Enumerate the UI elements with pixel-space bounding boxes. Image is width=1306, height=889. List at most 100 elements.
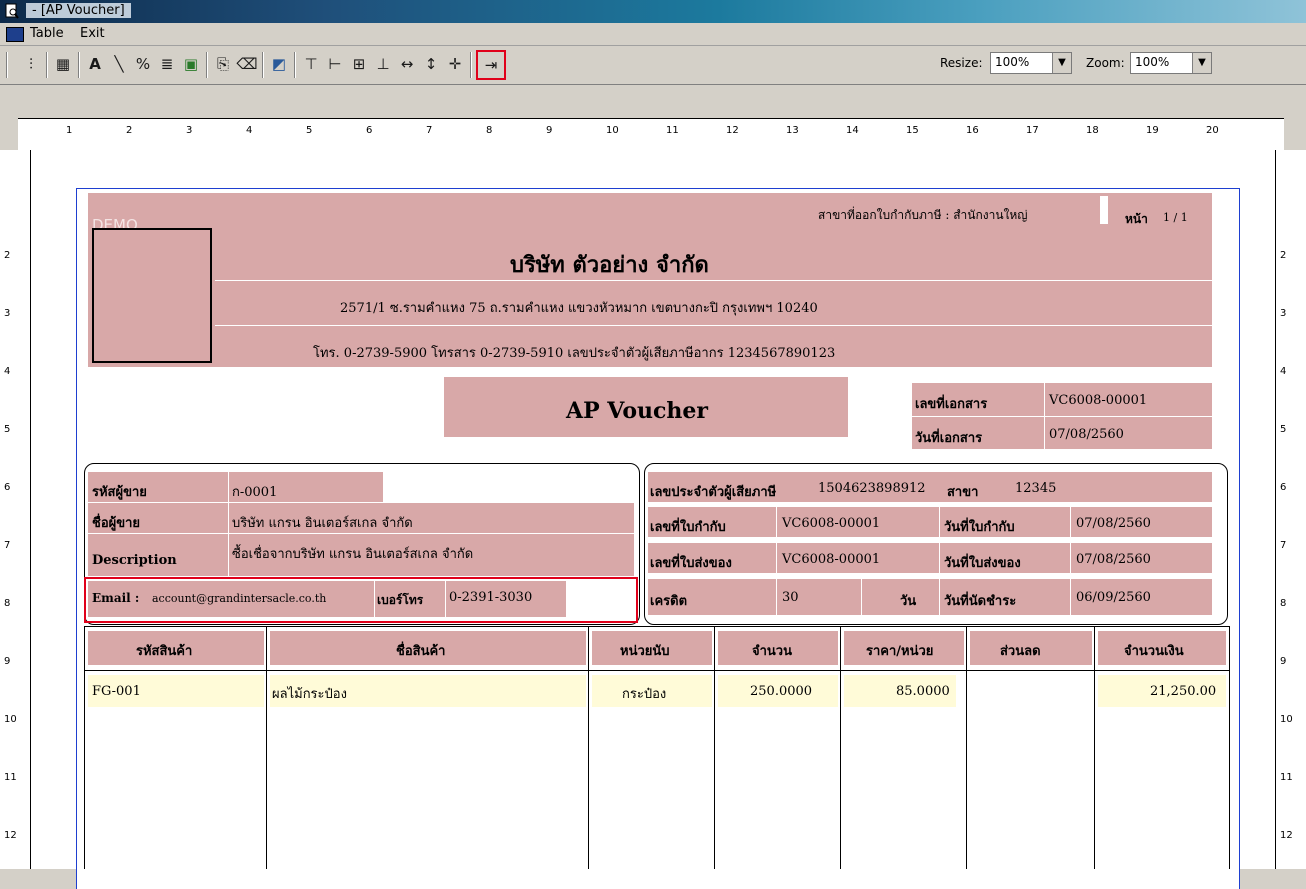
item-qty[interactable]: 250.0000 (750, 684, 812, 699)
ruler-mark: 6 (4, 482, 11, 493)
vendor-code[interactable]: ก-0001 (232, 481, 277, 502)
col-discount[interactable]: ส่วนลด (1000, 640, 1041, 661)
center-icon[interactable]: ✛ (444, 53, 466, 75)
eraser-icon[interactable]: ⌫ (236, 53, 258, 75)
branch-no[interactable]: 12345 (1015, 481, 1056, 496)
resize-select[interactable]: 100% ▼ (990, 52, 1072, 74)
ruler-mark: 9 (1280, 656, 1287, 667)
separator (262, 52, 264, 78)
ruler-mark: 5 (4, 424, 11, 435)
menu-exit[interactable]: Exit (80, 26, 105, 41)
delivery-date[interactable]: 07/08/2560 (1076, 552, 1151, 567)
ruler-mark: 11 (666, 125, 679, 136)
separator (46, 52, 48, 78)
color-icon[interactable]: ◩ (268, 53, 290, 75)
tax-id[interactable]: 1504623898912 (818, 481, 926, 496)
text-icon[interactable]: A (84, 53, 106, 75)
ruler-mark: 3 (1280, 308, 1287, 319)
align-bottom-icon[interactable]: ⊥ (372, 53, 394, 75)
delivery-no-label[interactable]: เลขที่ใบส่งของ (650, 552, 732, 573)
zoom-select[interactable]: 100% ▼ (1130, 52, 1212, 74)
percent-icon[interactable]: % (132, 53, 154, 75)
col-line (714, 626, 715, 869)
ruler-mark: 4 (4, 366, 11, 377)
divider (1044, 383, 1045, 449)
description[interactable]: ซื้อเชื่อจากบริษัท แกรน อินเตอร์สเกล จำก… (232, 543, 473, 564)
highlight-box (84, 577, 638, 623)
branch-label[interactable]: สาขาที่ออกใบกำกับภาษี : สำนักงานใหญ่ (818, 206, 1028, 225)
credit[interactable]: 30 (782, 590, 799, 605)
item-amount[interactable]: 21,250.00 (1150, 684, 1216, 699)
align-left-icon[interactable]: ⊢ (324, 53, 346, 75)
toolbar: ⫶ ▦ A ╲ % ≣ ▣ ⎘ ⌫ ◩ ⊤ ⊢ ⊞ ⊥ ↔ ↕ ✛ ⇥ Resi… (0, 46, 1306, 85)
same-width-icon[interactable]: ↔ (396, 53, 418, 75)
invoice-no[interactable]: VC6008-00001 (782, 516, 880, 531)
doc-title[interactable]: AP Voucher (566, 398, 708, 424)
company-name[interactable]: บริษัท ตัวอย่าง จำกัด (510, 247, 709, 282)
ruler-mark: 13 (786, 125, 799, 136)
same-height-icon[interactable]: ↕ (420, 53, 442, 75)
page-value[interactable]: 1 / 1 (1163, 211, 1188, 224)
ruler-mark: 2 (126, 125, 133, 136)
line-icon[interactable]: ╲ (108, 53, 130, 75)
due-date-label[interactable]: วันที่นัดชำระ (944, 590, 1016, 611)
ruler-mark: 2 (4, 250, 11, 261)
item-name[interactable]: ผลไม้กระป๋อง (272, 683, 347, 704)
credit-label[interactable]: เครดิต (650, 590, 687, 611)
delivery-no[interactable]: VC6008-00001 (782, 552, 880, 567)
col-unit[interactable]: หน่วยนับ (620, 640, 670, 661)
chevron-down-icon[interactable]: ▼ (1052, 53, 1071, 73)
image-icon[interactable]: ▣ (180, 53, 202, 75)
col-code[interactable]: รหัสสินค้า (136, 640, 192, 661)
page-label[interactable]: หน้า (1125, 210, 1148, 229)
col-line (1094, 626, 1095, 869)
tax-id-label[interactable]: เลขประจำตัวผู้เสียภาษี (650, 481, 776, 502)
doc-date-label[interactable]: วันที่เอกสาร (915, 427, 982, 448)
doc-no-label[interactable]: เลขที่เอกสาร (915, 393, 987, 414)
vendor-name[interactable]: บริษัท แกรน อินเตอร์สเกล จำกัด (232, 512, 413, 533)
col-amount[interactable]: จำนวนเงิน (1124, 640, 1184, 661)
field-list-icon[interactable]: ⫶ (20, 53, 42, 75)
item-price[interactable]: 85.0000 (896, 684, 950, 699)
invoice-date-label[interactable]: วันที่ใบกำกับ (944, 516, 1015, 537)
ruler-mark: 12 (1280, 830, 1293, 841)
table-icon[interactable]: ▦ (52, 53, 74, 75)
chevron-down-icon[interactable]: ▼ (1192, 53, 1211, 73)
doc-no[interactable]: VC6008-00001 (1049, 393, 1147, 408)
ruler-mark: 10 (4, 714, 17, 725)
ruler-mark: 10 (606, 125, 619, 136)
resize-value: 100% (995, 55, 1030, 69)
credit-unit[interactable]: วัน (900, 590, 916, 611)
company-address[interactable]: 2571/1 ซ.รามคำแหง 75 ถ.รามคำแหง แขวงหัวห… (340, 297, 818, 318)
page-setup-icon[interactable]: ⎘ (212, 53, 234, 75)
col-price[interactable]: ราคา/หน่วย (866, 640, 933, 661)
ruler-mark: 18 (1086, 125, 1099, 136)
menu-table[interactable]: Table (30, 26, 64, 41)
formula-icon[interactable]: ≣ (156, 53, 178, 75)
col-qty[interactable]: จำนวน (752, 640, 792, 661)
delivery-date-label[interactable]: วันที่ใบส่งของ (944, 552, 1021, 573)
align-top-icon[interactable]: ⊤ (300, 53, 322, 75)
vertical-ruler-right: 2 3 4 5 6 7 8 9 10 11 12 (1275, 150, 1306, 869)
exit-report-icon[interactable]: ⇥ (476, 50, 506, 80)
vendor-name-label[interactable]: ชื่อผู้ขาย (92, 512, 140, 533)
app-menu-icon[interactable] (6, 27, 24, 42)
doc-date[interactable]: 07/08/2560 (1049, 427, 1124, 442)
ruler-mark: 10 (1280, 714, 1293, 725)
branch-no-label[interactable]: สาขา (947, 481, 978, 502)
vertical-ruler: 2 3 4 5 6 7 8 9 10 11 12 (0, 150, 31, 869)
description-label[interactable]: Description (92, 553, 177, 568)
vendor-code-label[interactable]: รหัสผู้ขาย (92, 481, 147, 502)
logo-box[interactable] (92, 228, 212, 363)
company-contact[interactable]: โทร. 0-2739-5900 โทรสาร 0-2739-5910 เลขป… (313, 342, 835, 363)
separator (294, 52, 296, 78)
invoice-no-label[interactable]: เลขที่ใบกำกับ (650, 516, 726, 537)
ruler-mark: 20 (1206, 125, 1219, 136)
item-code[interactable]: FG-001 (92, 684, 141, 699)
align-grid-icon[interactable]: ⊞ (348, 53, 370, 75)
ruler-mark: 8 (486, 125, 493, 136)
item-unit[interactable]: กระป๋อง (622, 683, 666, 704)
col-name[interactable]: ชื่อสินค้า (396, 640, 445, 661)
invoice-date[interactable]: 07/08/2560 (1076, 516, 1151, 531)
due-date[interactable]: 06/09/2560 (1076, 590, 1151, 605)
